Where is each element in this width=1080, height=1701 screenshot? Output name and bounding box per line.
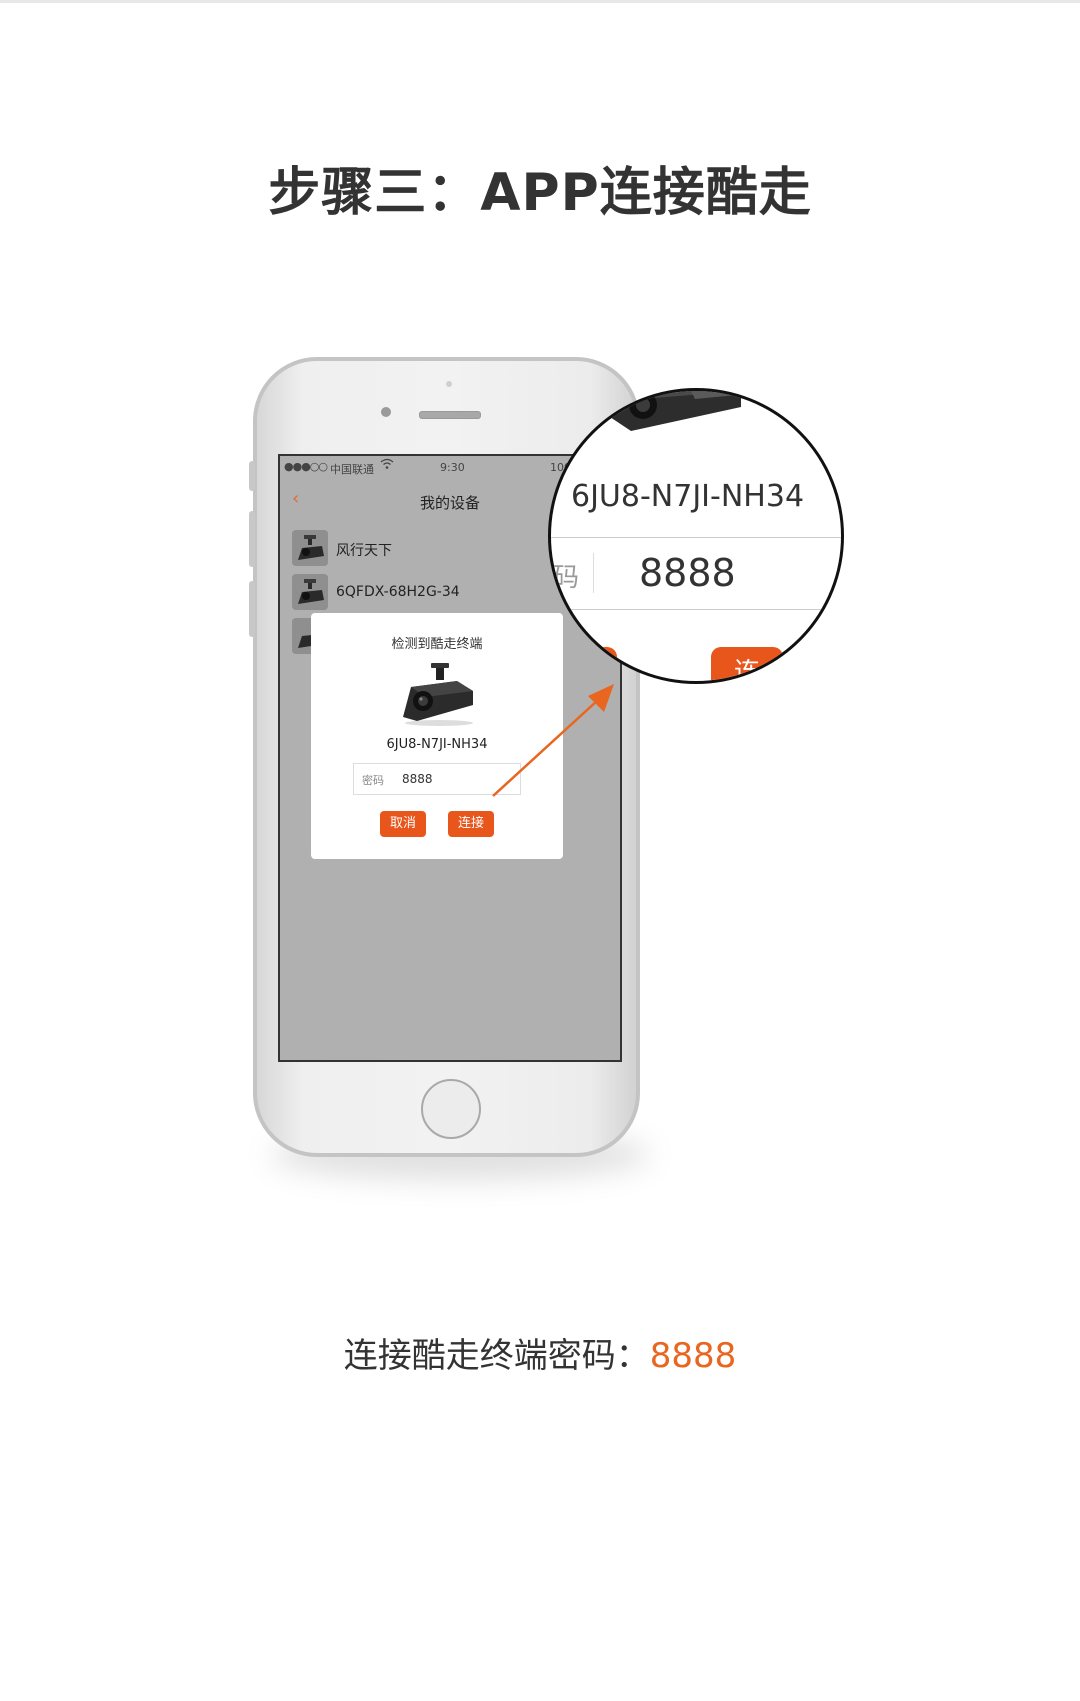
- caption-password: 8888: [649, 1336, 737, 1376]
- magnified-device-id: 6JU8-N7JI-NH34: [571, 479, 805, 514]
- connect-button[interactable]: 连接: [448, 811, 494, 837]
- earpiece-speaker: [419, 411, 481, 419]
- caption-text: 连接酷走终端密码：: [343, 1336, 650, 1376]
- dialog-title: 检测到酷走终端: [391, 637, 483, 652]
- divider: [551, 609, 841, 610]
- top-divider: [0, 0, 1080, 3]
- device-name: 风行天下: [336, 543, 392, 559]
- mute-switch: [249, 461, 255, 491]
- dashcam-icon: [591, 391, 751, 437]
- magnified-cancel-button: 消: [551, 647, 617, 681]
- divider: [593, 553, 594, 593]
- password-value: 8888: [402, 772, 433, 786]
- magnified-password-value: 8888: [639, 551, 736, 595]
- signal-indicator: ●●●○○: [284, 460, 328, 473]
- wifi-icon: [380, 458, 394, 473]
- volume-down-button: [249, 581, 255, 637]
- password-field[interactable]: 密码 8888: [353, 763, 521, 795]
- page-title: 步骤三：APP连接酷走: [268, 163, 812, 223]
- cancel-button[interactable]: 取消: [380, 811, 426, 837]
- carrier-name: 中国联通: [330, 463, 374, 476]
- zoom-magnifier: 6JU8-N7JI-NH34 码 8888 消 连: [548, 388, 844, 684]
- dashcam-icon: [395, 661, 479, 727]
- password-label: 密码: [362, 774, 384, 787]
- divider: [551, 537, 841, 538]
- dialog-device-id: 6JU8-N7JI-NH34: [386, 737, 488, 752]
- home-button: [421, 1079, 481, 1139]
- magnified-password-label: 码: [553, 563, 580, 593]
- device-name: 6QFDX-68H2G-34: [336, 584, 460, 600]
- magnified-connect-button: 连: [711, 647, 783, 681]
- status-time: 9:30: [440, 461, 465, 474]
- dashcam-icon: [292, 530, 328, 566]
- volume-up-button: [249, 511, 255, 567]
- device-detected-dialog: 检测到酷走终端 6JU8-N7JI-NH34 密码 8888 取消 连接: [311, 613, 563, 859]
- front-camera: [381, 407, 391, 417]
- password-caption: 连接酷走终端密码：8888: [0, 1328, 1080, 1377]
- sensor-dot: [446, 381, 452, 387]
- dashcam-icon: [292, 574, 328, 610]
